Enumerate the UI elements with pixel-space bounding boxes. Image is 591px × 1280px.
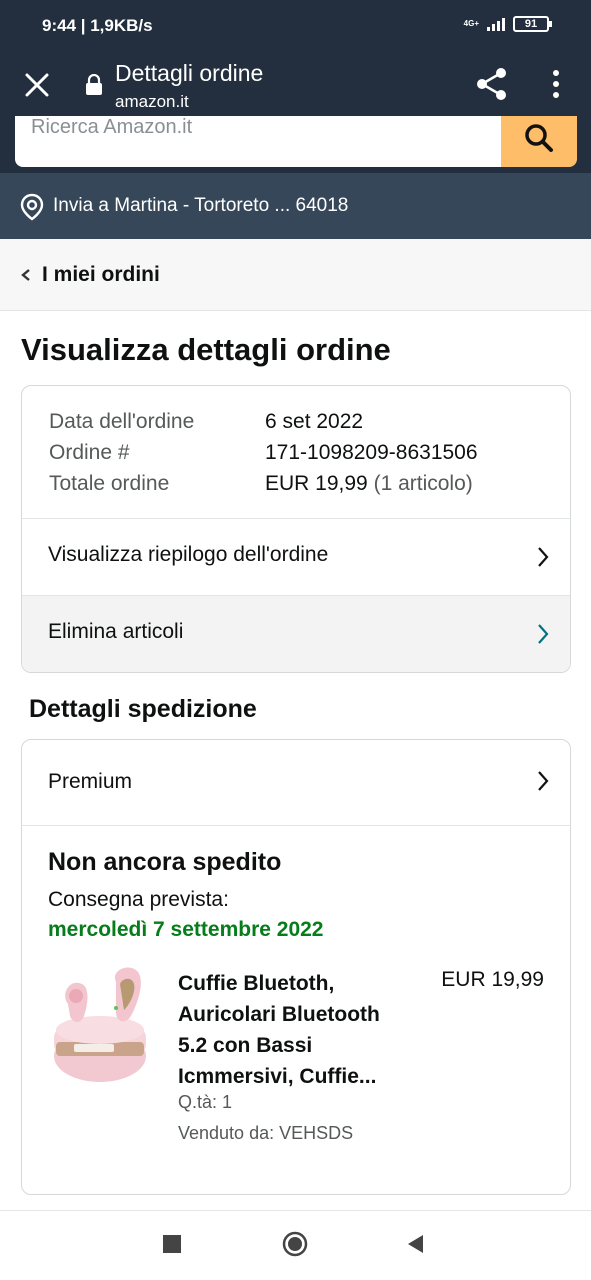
order-item-count: (1 articolo)	[373, 472, 473, 495]
order-total-row: Totale ordine EUR 19,99 (1 articolo)	[49, 468, 478, 499]
delete-items-label: Elimina articoli	[48, 620, 184, 643]
page-title-browser: Dettagli ordine	[115, 60, 264, 86]
eta-date: mercoledì 7 settembre 2022	[48, 918, 324, 941]
order-total-amount: EUR 19,99	[265, 472, 368, 495]
order-total-label: Totale ordine	[49, 472, 170, 495]
battery-icon: 91	[513, 16, 552, 32]
order-info: Data dell'ordine 6 set 2022 Ordine # 171…	[49, 406, 478, 499]
order-summary-label: Visualizza riepilogo dell'ordine	[48, 543, 329, 566]
shipping-method-link[interactable]: Premium	[22, 740, 570, 825]
order-date-value: 6 set 2022	[265, 410, 364, 433]
shipment-details: Non ancora spedito Consegna prevista: me…	[22, 825, 570, 1194]
delete-items-link[interactable]: Elimina articoli	[22, 595, 570, 672]
order-number-value: 171-1098209-8631506	[265, 441, 478, 464]
more-options-icon[interactable]	[546, 68, 566, 100]
search-input[interactable]: Ricerca Amazon.it	[15, 116, 501, 167]
location-pin-icon	[20, 193, 44, 221]
chevron-left-icon	[21, 269, 30, 281]
order-number-label: Ordine #	[49, 441, 130, 464]
search-icon	[525, 123, 553, 152]
product-title[interactable]: Cuffie Bluetoth, Auricolari Bluetooth 5.…	[178, 968, 413, 1092]
order-date-row: Data dell'ordine 6 set 2022	[49, 406, 478, 437]
breadcrumb[interactable]: I miei ordini	[0, 239, 591, 311]
shipping-card: Premium Non ancora spedito Consegna prev…	[21, 739, 571, 1195]
chevron-right-icon	[538, 624, 549, 644]
delivery-location-bar[interactable]: Invia a Martina - Tortoreto ... 64018	[0, 173, 591, 239]
product-seller: Venduto da: VEHSDS	[178, 1123, 354, 1143]
share-icon[interactable]	[474, 66, 510, 102]
recents-icon[interactable]	[163, 1235, 181, 1253]
order-date-label: Data dell'ordine	[49, 410, 195, 433]
order-summary-link[interactable]: Visualizza riepilogo dell'ordine	[22, 518, 570, 595]
close-icon[interactable]	[22, 70, 52, 100]
search-bar: Ricerca Amazon.it	[0, 116, 591, 173]
product-price: EUR 19,99	[441, 968, 544, 991]
chevron-right-icon	[538, 771, 549, 791]
home-icon[interactable]	[282, 1231, 308, 1257]
status-bar: 9:44 | 1,9KB/s 4G+ 91	[0, 0, 591, 52]
order-info-card: Data dell'ordine 6 set 2022 Ordine # 171…	[21, 385, 571, 673]
signal-icon	[487, 17, 505, 31]
order-total-value: EUR 19,99 (1 articolo)	[265, 468, 473, 499]
back-to-orders-link[interactable]: I miei ordini	[42, 263, 160, 287]
delivery-location-text: Invia a Martina - Tortoreto ... 64018	[53, 195, 349, 216]
page-title: Visualizza dettagli ordine	[21, 332, 391, 367]
battery-level: 91	[524, 18, 538, 30]
back-icon[interactable]	[405, 1233, 427, 1255]
product-image[interactable]	[50, 964, 150, 1084]
system-navigation-bar	[0, 1210, 591, 1280]
lock-icon	[86, 74, 102, 95]
shipping-section-title: Dettagli spedizione	[29, 695, 257, 723]
product-quantity: Q.tà: 1	[178, 1092, 233, 1112]
shipping-method-label: Premium	[48, 770, 133, 793]
network-type: 4G+	[463, 19, 479, 28]
status-time: 9:44 | 1,9KB/s	[42, 16, 153, 35]
search-button[interactable]	[501, 116, 577, 167]
chevron-right-icon	[538, 547, 549, 567]
search-placeholder: Ricerca Amazon.it	[31, 116, 193, 138]
eta-label: Consegna prevista:	[48, 888, 229, 911]
page-domain: amazon.it	[115, 92, 189, 111]
status-indicators: 4G+ 91	[463, 16, 552, 32]
shipment-status: Non ancora spedito	[48, 848, 282, 876]
order-number-row: Ordine # 171-1098209-8631506	[49, 437, 478, 468]
